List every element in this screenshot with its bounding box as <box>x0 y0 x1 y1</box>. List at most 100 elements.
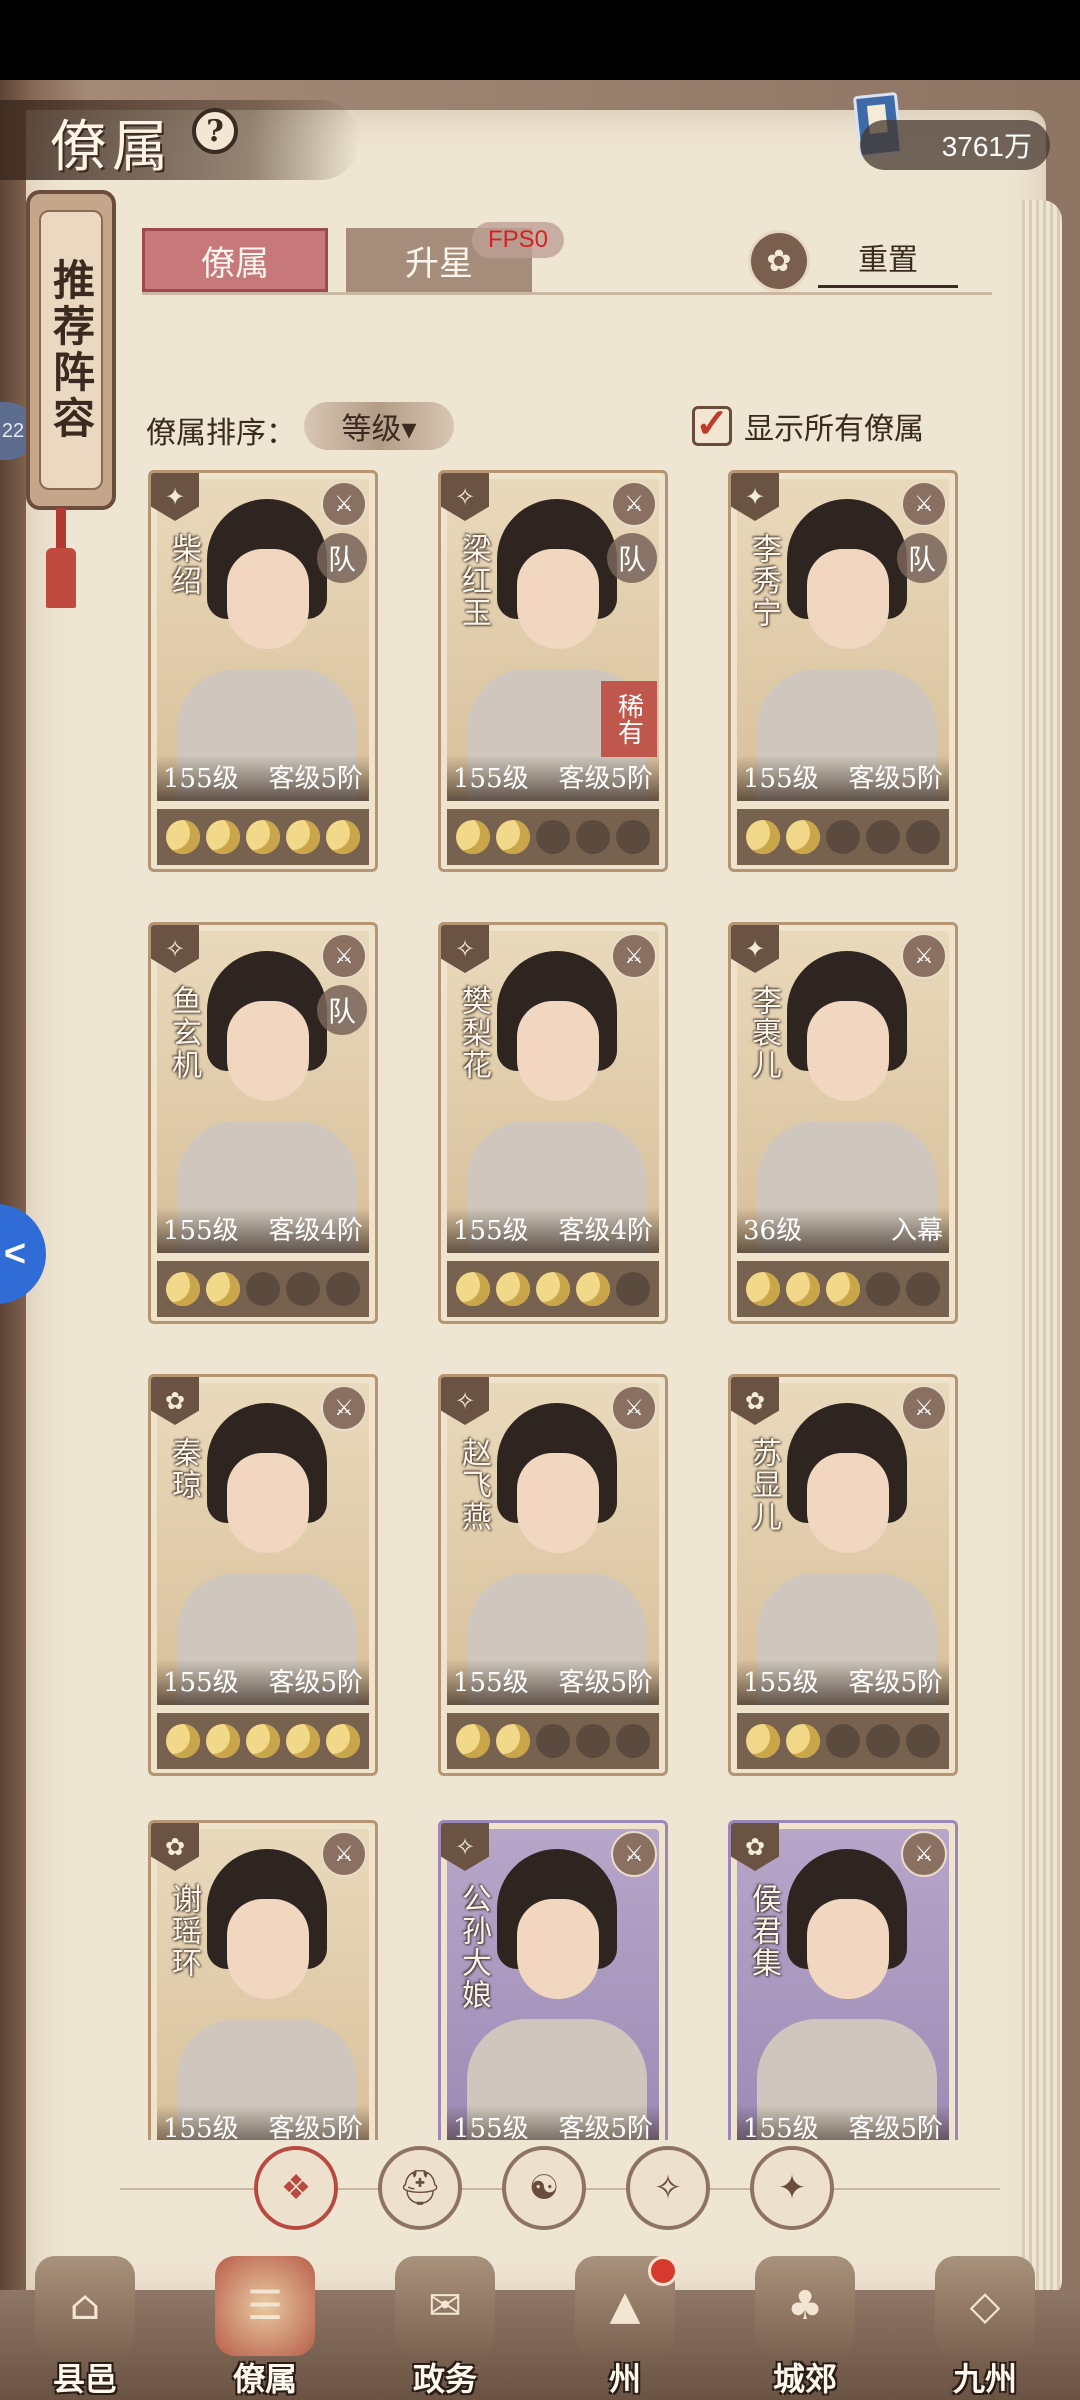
level-text: 155级 <box>163 764 239 794</box>
moon-star-icon <box>866 820 900 854</box>
nav-label: 州 <box>608 2360 641 2398</box>
fan-icon[interactable]: ✧ <box>626 2146 710 2230</box>
subordinate-card[interactable]: ✧ ⚔ 公孙大娘 155级 客级5阶 <box>438 1820 668 2140</box>
portrait-face <box>227 549 309 649</box>
skill-icon: ⚔ <box>321 933 367 979</box>
portrait-image <box>737 479 949 801</box>
subordinate-name: 苏显儿 <box>746 1437 781 1533</box>
nav-item[interactable]: ▲ 州 <box>550 2256 700 2400</box>
reset-label: 重置 <box>818 238 958 288</box>
portrait-face <box>807 549 889 649</box>
rank-text: 客级5阶 <box>848 764 943 794</box>
rank-text: 客级5阶 <box>268 764 363 794</box>
level-text: 155级 <box>163 1668 239 1698</box>
currency-amount: 3761万 <box>860 120 1050 170</box>
level-row: 155级 客级5阶 <box>157 1659 369 1705</box>
moon-star-icon <box>826 1272 860 1306</box>
subordinate-card[interactable]: ✦ ⚔ 李裹儿 36级 入幕 <box>728 922 958 1324</box>
rank-text: 客级4阶 <box>268 1216 363 1246</box>
tab-subordinates[interactable]: 僚属 <box>142 228 328 292</box>
tassel-decoration <box>46 508 76 608</box>
moon-star-icon <box>166 820 200 854</box>
recommend-lineup-tab[interactable]: 推荐阵容 <box>26 190 116 510</box>
moon-star-icon <box>286 1724 320 1758</box>
portrait-face <box>807 1899 889 1999</box>
moon-star-icon <box>206 1272 240 1306</box>
sort-dropdown[interactable]: 等级▾ <box>304 402 454 450</box>
level-text: 155级 <box>743 764 819 794</box>
status-bar <box>0 0 1080 80</box>
moon-star-icon <box>826 1724 860 1758</box>
nav-item[interactable]: ◇ 九州 <box>910 2256 1060 2400</box>
moon-star-icon <box>326 820 360 854</box>
moon-star-icon <box>906 820 940 854</box>
level-row: 155级 客级4阶 <box>157 1207 369 1253</box>
rank-text: 客级5阶 <box>558 1668 653 1698</box>
page-title: 僚属 <box>50 115 174 180</box>
map-icon: ◇ <box>935 2256 1035 2356</box>
star-row <box>737 1261 949 1317</box>
moon-star-icon <box>576 820 610 854</box>
nav-label: 僚属 <box>232 2360 297 2398</box>
subordinate-card[interactable]: ✧ ⚔ 队鱼玄机 155级 客级4阶 <box>148 922 378 1324</box>
level-row: 155级 客级5阶 <box>737 755 949 801</box>
level-row: 155级 客级5阶 <box>447 755 659 801</box>
gourd-icon[interactable]: ☯ <box>502 2146 586 2230</box>
skill-icon: ⚔ <box>901 1385 947 1431</box>
moon-star-icon <box>576 1724 610 1758</box>
nav-item[interactable]: ♣ 城郊 <box>730 2256 880 2400</box>
portrait-face <box>517 1453 599 1553</box>
moon-star-icon <box>616 1272 650 1306</box>
level-row: 155级 客级5阶 <box>737 1659 949 1705</box>
scroll-bundle-icon: ✉ <box>395 2256 495 2356</box>
subordinate-card[interactable]: ✿ ⚔ 秦琼 155级 客级5阶 <box>148 1374 378 1776</box>
all-icon[interactable]: ❖ <box>254 2146 338 2230</box>
moon-star-icon <box>616 820 650 854</box>
sort-label: 僚属排序： <box>146 416 296 451</box>
subordinate-card[interactable]: ✧ ⚔ 樊梨花 155级 客级4阶 <box>438 922 668 1324</box>
moon-star-icon <box>906 1272 940 1306</box>
subordinate-card[interactable]: ✧ ⚔ 队梁红玉 稀有 155级 客级5阶 <box>438 470 668 872</box>
nav-item[interactable]: ⌂ 县邑 <box>10 2256 160 2400</box>
rank-text: 客级5阶 <box>558 764 653 794</box>
nav-label: 政务 <box>412 2360 477 2398</box>
subordinate-name: 公孙大娘 <box>456 1883 491 2011</box>
recommend-lineup-plaque: 推荐阵容 <box>39 210 103 490</box>
portrait-image <box>157 931 369 1253</box>
moon-star-icon <box>746 1272 780 1306</box>
level-row: 155级 客级4阶 <box>447 1207 659 1253</box>
subordinate-card[interactable]: ✿ ⚔ 侯君集 155级 客级5阶 <box>728 1820 958 2140</box>
level-row: 155级 客级5阶 <box>447 1659 659 1705</box>
reset-button[interactable]: ✿ 重置 <box>748 230 958 296</box>
subordinate-name: 秦琼 <box>166 1437 201 1501</box>
rank-text: 客级4阶 <box>558 1216 653 1246</box>
level-text: 155级 <box>743 1668 819 1698</box>
nav-item[interactable]: ☰ 僚属 <box>190 2256 340 2400</box>
level-row: 155级 客级5阶 <box>157 755 369 801</box>
moon-star-icon <box>616 1724 650 1758</box>
subordinate-card[interactable]: ✿ ⚔ 苏显儿 155级 客级5阶 <box>728 1374 958 1776</box>
nav-label: 城郊 <box>772 2360 837 2398</box>
nav-item[interactable]: ✉ 政务 <box>370 2256 520 2400</box>
moon-star-icon <box>496 1724 530 1758</box>
subordinate-name: 谢瑶环 <box>166 1883 201 1979</box>
scroll-icon: ☰ <box>215 2256 315 2356</box>
star-row <box>157 1713 369 1769</box>
game-screen: 僚属 ? 3761万 22 推荐阵容 < 僚属 升星 FPS0 ✿ 重置 僚属排… <box>0 80 1080 2400</box>
moon-star-icon <box>786 820 820 854</box>
subordinate-card[interactable]: ✦ ⚔ 队柴绍 155级 客级5阶 <box>148 470 378 872</box>
subordinate-card[interactable]: ✿ ⚔ 谢瑶环 155级 客级5阶 <box>148 1820 378 2140</box>
checkbox-icon[interactable]: ✓ <box>692 404 732 446</box>
level-text: 155级 <box>163 1216 239 1246</box>
subordinate-card[interactable]: ✦ ⚔ 队李秀宁 155级 客级5阶 <box>728 470 958 872</box>
subordinate-card[interactable]: ✧ ⚔ 赵飞燕 155级 客级5阶 <box>438 1374 668 1776</box>
show-all-toggle[interactable]: ✓ 显示所有僚属 <box>692 398 924 454</box>
beast-icon[interactable]: ✦ <box>750 2146 834 2230</box>
helmet-icon[interactable]: ⛑ <box>378 2146 462 2230</box>
subordinate-name: 侯君集 <box>746 1883 781 1979</box>
portrait-face <box>807 1001 889 1101</box>
moon-star-icon <box>326 1272 360 1306</box>
city-icon: ⌂ <box>35 2256 135 2356</box>
moon-star-icon <box>536 1724 570 1758</box>
help-icon[interactable]: ? <box>192 108 238 154</box>
